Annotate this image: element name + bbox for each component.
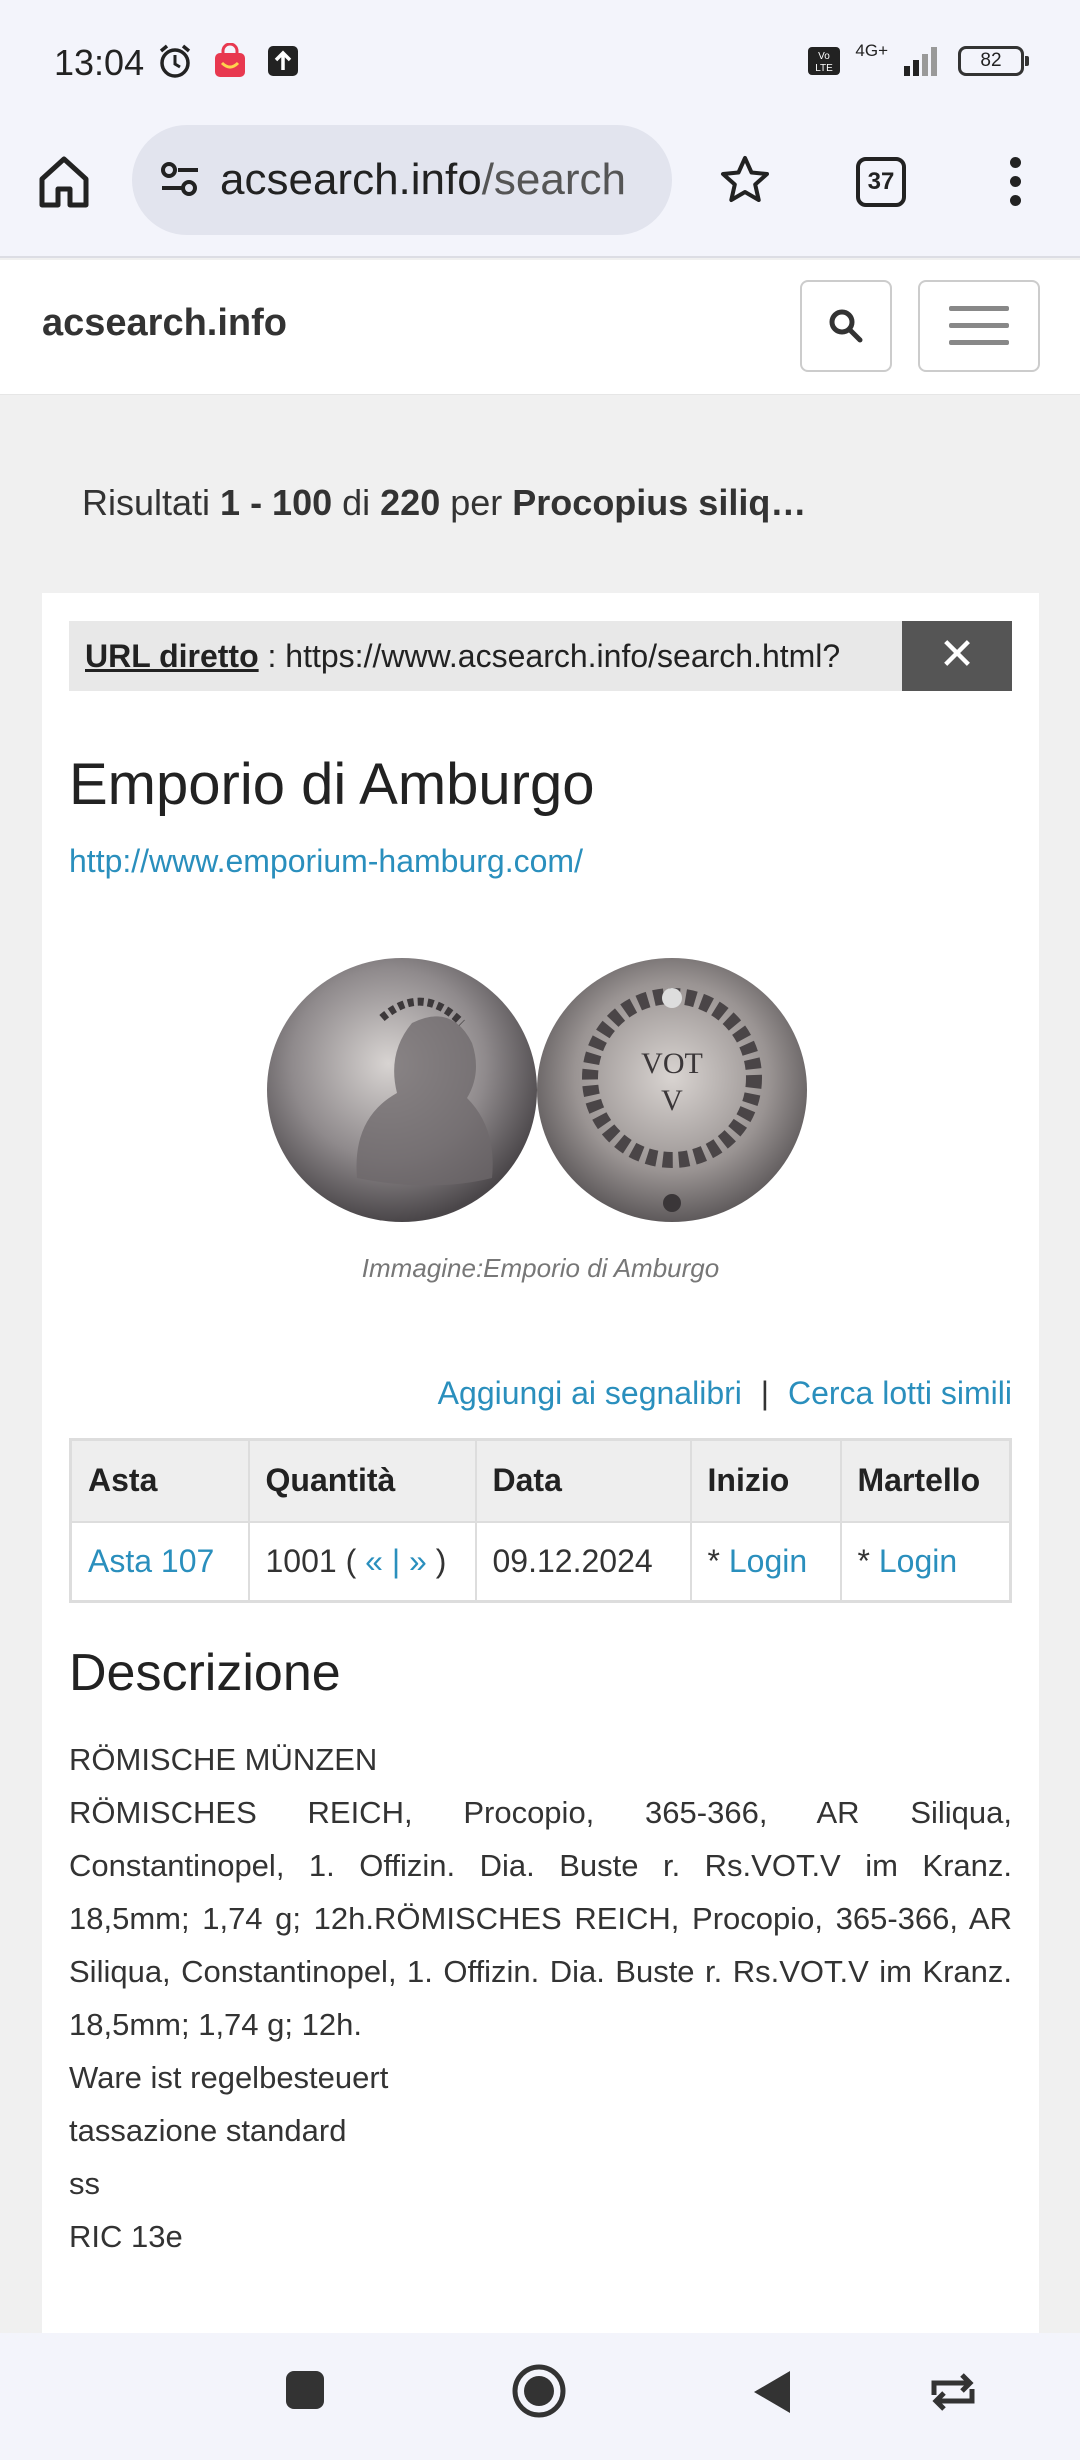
col-header-asta: Asta [69,1438,250,1523]
description-body: RÖMISCHE MÜNZEN RÖMISCHES REICH, Procopi… [69,1733,1012,2263]
description-line: tassazione standard [69,2113,347,2148]
svg-text:Vo: Vo [819,51,831,62]
description-text: RÖMISCHES REICH, Procopio, 365-366, AR S… [69,1795,1012,2042]
browser-toolbar: acsearch.info/search 37 [0,125,1080,258]
direct-url-label: URL diretto [85,638,259,674]
browser-menu-icon[interactable] [1000,157,1030,213]
notification-icons [156,42,300,80]
description-line: RIC 13e [69,2219,183,2254]
site-header: acsearch.info [0,260,1080,395]
start-price-cell: * Login [689,1520,842,1603]
similar-lots-link[interactable]: Cerca lotti simili [788,1375,1012,1411]
auction-house-title: Emporio di Amburgo [69,752,595,817]
table-header-row: Asta Quantità Data Inizio Martello [69,1438,1012,1523]
close-button[interactable]: ✕ [902,621,1012,691]
description-line: ss [69,2166,100,2201]
login-link-start[interactable]: Login [729,1543,807,1579]
system-indicators: Vo LTE 4G+ 82 [807,41,1029,78]
shopping-bag-icon [215,43,245,77]
signal-icon [904,47,937,76]
col-header-data: Data [474,1438,692,1523]
url-path: /search [481,155,626,204]
table-row: Asta 107 1001 ( « | » ) 09.12.2024 * Log… [69,1520,1012,1603]
status-bar: 13:04 Vo LTE 4G+ 82 [0,0,1080,125]
description-line: RÖMISCHE MÜNZEN [69,1742,378,1777]
coin-reverse-legend: VOT [641,1047,703,1080]
col-header-martello: Martello [839,1438,1012,1523]
back-icon[interactable] [752,2369,794,2415]
direct-url-value: https://www.acsearch.info/search.html? [285,638,841,674]
prev-lot-link[interactable]: « [365,1543,383,1579]
login-link-hammer[interactable]: Login [879,1543,957,1579]
network-type: 4G+ [855,41,888,60]
address-bar[interactable]: acsearch.info/search [132,125,672,235]
description-title: Descrizione [69,1644,341,1702]
svg-text:V: V [661,1084,683,1117]
hamburger-menu-button[interactable] [918,280,1040,372]
lot-card: URL diretto : https://www.acsearch.info/… [42,593,1039,2333]
next-lot-link[interactable]: » [409,1543,427,1579]
alarm-icon [159,44,191,78]
tab-switcher-button[interactable]: 37 [856,157,906,207]
system-navigation-bar [0,2333,1080,2460]
hammer-price-cell: * Login [839,1520,1012,1603]
url-host: acsearch.info [220,155,482,204]
col-header-inizio: Inizio [689,1438,842,1523]
home-nav-icon[interactable] [511,2363,567,2419]
lot-actions: Aggiungi ai segnalibri | Cerca lotti sim… [437,1375,1012,1411]
home-icon[interactable] [34,151,94,211]
bookmark-link[interactable]: Aggiungi ai segnalibri [438,1375,742,1411]
description-line: Ware ist regelbesteuert [69,2060,389,2095]
recents-icon[interactable] [284,2369,326,2411]
site-logo[interactable]: acsearch.info [42,302,287,345]
results-summary: Risultati 1 - 100 di 220 per Procopius s… [82,482,807,523]
rotate-icon[interactable] [928,2373,978,2411]
volte-icon: VoLTE [808,47,841,75]
auction-link[interactable]: Asta 107 [88,1543,214,1579]
clock: 13:04 [54,42,145,83]
search-icon [829,309,863,343]
image-caption: Immagine:Emporio di Amburgo [361,1253,720,1283]
auction-house-link[interactable]: http://www.emporium-hamburg.com/ [69,843,583,880]
upload-icon [268,46,298,76]
site-settings-icon[interactable] [156,155,204,203]
bookmark-star-icon[interactable] [718,153,772,207]
col-header-quantita: Quantità [247,1438,477,1523]
url-text[interactable]: acsearch.info/search [220,155,626,205]
battery-icon: 82 [958,46,1029,76]
svg-text:LTE: LTE [816,63,834,74]
direct-url-bar[interactable]: URL diretto : https://www.acsearch.info/… [69,621,902,691]
lot-number-cell: 1001 ( « | » ) [247,1520,477,1603]
lot-table: Asta Quantità Data Inizio Martello Asta … [69,1438,1012,1603]
search-button[interactable] [800,280,892,372]
date-cell: 09.12.2024 [474,1520,692,1603]
coin-image[interactable]: VOT V [262,948,822,1238]
